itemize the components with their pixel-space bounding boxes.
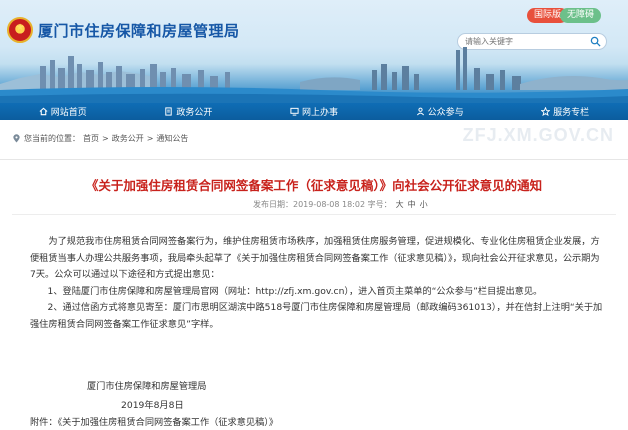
document-icon <box>165 107 173 116</box>
breadcrumb-prefix: 您当前的位置： <box>24 134 80 143</box>
site-watermark: ZFJ.XM.GOV.CN <box>462 125 614 145</box>
font-size-large-button[interactable]: 大 <box>396 199 404 210</box>
nav-item-online-services[interactable]: 网上办事 <box>290 105 338 118</box>
city-skyline-image <box>0 47 628 103</box>
breadcrumb-item-home[interactable]: 首页 <box>83 133 99 144</box>
breadcrumb-item-notices[interactable]: 通知公告 <box>156 133 188 144</box>
divider <box>12 214 616 215</box>
signature-date: 2019年8月8日 <box>121 400 184 411</box>
nav-item-government-affairs[interactable]: 政务公开 <box>164 105 212 118</box>
home-icon <box>39 107 48 116</box>
nav-item-public-participation[interactable]: 公众参与 <box>416 105 464 118</box>
publish-info: 发布日期：2019-08-08 18:02 字号： <box>253 200 392 209</box>
national-emblem-icon: ★ <box>7 17 33 43</box>
attachment-link[interactable]: 附件：《关于加强住房租赁合同网签备案工作（征求意见稿）》 <box>30 414 278 428</box>
main-nav: 网站首页 政务公开 网上办事 公众参与 服务专栏 <box>0 103 628 120</box>
nav-label: 网站首页 <box>50 108 87 118</box>
star-icon <box>541 107 551 116</box>
font-size-medium-button[interactable]: 中 <box>408 199 416 210</box>
nav-item-home[interactable]: 网站首页 <box>39 105 87 118</box>
nav-item-service-column[interactable]: 服务专栏 <box>541 105 589 118</box>
header-banner: ★ 厦门市住房保障和房屋管理局 国际版 无障碍 <box>0 0 628 103</box>
nav-label: 公众参与 <box>427 108 464 118</box>
accessibility-button[interactable]: 无障碍 <box>560 8 602 23</box>
nav-label: 服务专栏 <box>553 108 590 118</box>
breadcrumb-item-government-affairs[interactable]: 政务公开 <box>112 133 144 144</box>
article-paragraph: 为了规范我市住房租赁合同网签备案行为，维护住房租赁市场秩序，加强租赁住房服务管理… <box>30 236 600 280</box>
nav-label: 政务公开 <box>176 108 213 118</box>
signature-organization: 厦门市住房保障和房屋管理局 <box>87 381 207 392</box>
people-icon <box>416 107 424 116</box>
location-pin-icon <box>13 134 20 143</box>
breadcrumb: 您当前的位置： 首页 > 政务公开 > 通知公告 <box>12 133 188 144</box>
article-list-item: 1、登陆厦门市住房保障和房屋管理局官网（网址：http://zfj.xm.gov… <box>47 285 543 297</box>
article-body: 为了规范我市住房租赁合同网签备案行为，维护住房租赁市场秩序，加强租赁住房服务管理… <box>30 234 604 333</box>
nav-label: 网上办事 <box>301 108 338 118</box>
breadcrumb-separator: > <box>146 134 154 143</box>
breadcrumb-bar: 您当前的位置： 首页 > 政务公开 > 通知公告 ZFJ.XM.GOV.CN <box>0 120 628 160</box>
site-title[interactable]: 厦门市住房保障和房屋管理局 <box>38 20 240 41</box>
computer-icon <box>290 107 299 116</box>
breadcrumb-separator: > <box>102 134 109 143</box>
article-title: 《关于加强住房租赁合同网签备案工作（征求意见稿）》向社会公开征求意见的通知 <box>85 178 543 193</box>
article-list-item: 2、通过信函方式将意见寄至：厦门市思明区湖滨中路518号厦门市住房保障和房屋管理… <box>30 302 603 330</box>
font-size-small-button[interactable]: 小 <box>420 199 428 210</box>
